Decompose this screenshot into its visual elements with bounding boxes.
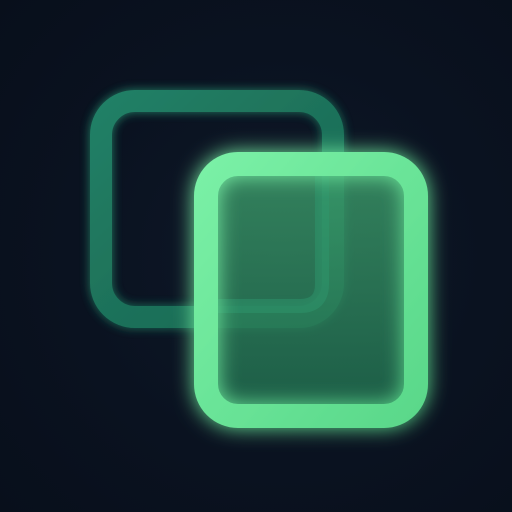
app-icon-canvas [0, 0, 512, 512]
front-square-fill [206, 164, 416, 416]
copy-icon [90, 90, 428, 428]
